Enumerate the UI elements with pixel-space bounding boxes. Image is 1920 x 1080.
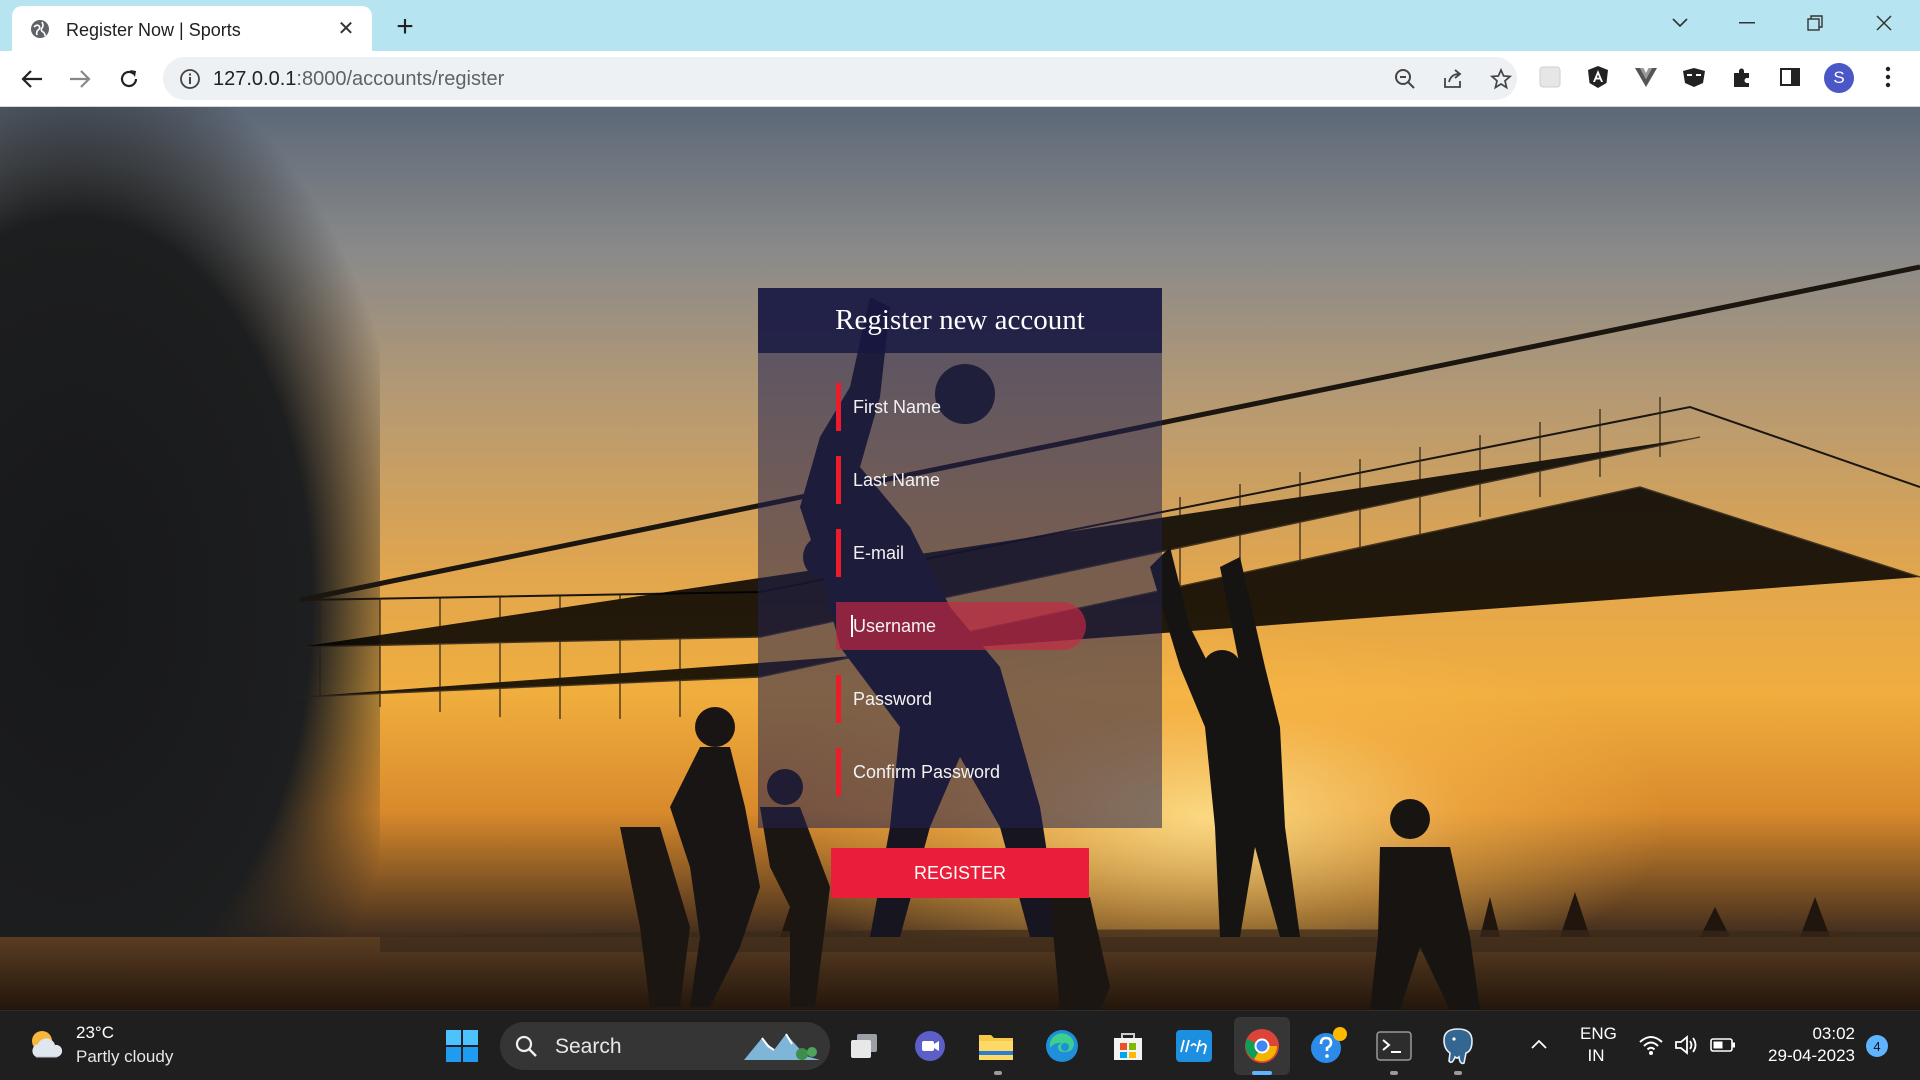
tab-title: Register Now | Sports bbox=[66, 20, 241, 40]
volume-icon[interactable] bbox=[1674, 1032, 1700, 1058]
notification-count-badge[interactable]: 4 bbox=[1866, 1035, 1888, 1057]
zoom-icon[interactable] bbox=[1393, 67, 1417, 91]
taskbar-search-box[interactable]: Search bbox=[500, 1022, 830, 1070]
password-placeholder: Password bbox=[853, 689, 933, 709]
minimize-window-icon[interactable] bbox=[1727, 8, 1767, 38]
browser-menu-icon[interactable] bbox=[1874, 63, 1902, 91]
myhp-icon[interactable] bbox=[1172, 1024, 1216, 1068]
register-button[interactable]: REGISTER bbox=[831, 848, 1089, 898]
url-text[interactable]: 127.0.0.1:8000/accounts/register bbox=[213, 68, 504, 91]
input-language-indicator[interactable]: ENG IN bbox=[1580, 1023, 1617, 1067]
search-label: Search bbox=[555, 1035, 622, 1058]
reload-icon[interactable] bbox=[113, 63, 145, 95]
email-placeholder: E-mail bbox=[853, 543, 905, 563]
field-accent-bar bbox=[836, 675, 841, 723]
new-tab-button[interactable]: + bbox=[390, 12, 420, 42]
first-name-field[interactable]: First Name bbox=[836, 383, 1086, 431]
postgresql-icon[interactable] bbox=[1436, 1024, 1480, 1068]
running-indicator bbox=[1454, 1071, 1462, 1075]
show-hidden-icons-chevron-icon[interactable] bbox=[1526, 1031, 1552, 1057]
windows-taskbar: 23°C Partly cloudy Search ENG IN 03:02 2… bbox=[0, 1010, 1920, 1080]
field-accent-bar bbox=[836, 748, 841, 796]
clock-time: 03:02 bbox=[1812, 1024, 1855, 1043]
file-explorer-icon[interactable] bbox=[974, 1024, 1018, 1068]
url-host: 127.0.0.1 bbox=[213, 68, 297, 90]
running-indicator bbox=[994, 1071, 1002, 1075]
first-name-placeholder: First Name bbox=[853, 397, 942, 417]
globe-icon bbox=[31, 20, 49, 38]
last-name-placeholder: Last Name bbox=[853, 470, 941, 490]
weather-temperature: 23°C bbox=[76, 1023, 114, 1042]
address-bar[interactable]: 127.0.0.1:8000/accounts/register bbox=[163, 57, 1517, 100]
email-field[interactable]: E-mail bbox=[836, 529, 1086, 577]
weather-description: Partly cloudy bbox=[76, 1047, 174, 1066]
vue-devtools-icon[interactable] bbox=[1632, 63, 1660, 91]
field-accent-bar bbox=[836, 529, 841, 577]
search-icon bbox=[515, 1035, 537, 1057]
profile-avatar[interactable]: S bbox=[1824, 63, 1854, 93]
running-indicator-active bbox=[1252, 1071, 1272, 1075]
back-arrow-icon[interactable] bbox=[16, 63, 48, 95]
password-field[interactable]: Password bbox=[836, 675, 1086, 723]
task-view-icon[interactable] bbox=[842, 1024, 886, 1068]
register-form: Register new account First Name Last Nam… bbox=[758, 288, 1162, 828]
partly-cloudy-icon bbox=[32, 1031, 63, 1058]
teams-meet-icon[interactable] bbox=[908, 1024, 952, 1068]
browser-toolbar: 127.0.0.1:8000/accounts/register S bbox=[0, 51, 1920, 107]
url-path: :8000/accounts/register bbox=[296, 68, 505, 90]
battery-icon[interactable] bbox=[1710, 1032, 1736, 1058]
field-accent-bar bbox=[836, 456, 841, 504]
language-code: ENG bbox=[1580, 1024, 1617, 1043]
browser-tab-strip: Register Now | Sports ✕ + bbox=[0, 0, 1920, 51]
form-title: Register new account bbox=[835, 304, 1085, 336]
confirm-password-field[interactable]: Confirm Password bbox=[836, 748, 1086, 796]
side-panel-icon[interactable] bbox=[1776, 63, 1804, 91]
tab-search-chevron-icon[interactable] bbox=[1660, 8, 1700, 38]
system-clock[interactable]: 03:02 29-04-2023 bbox=[1755, 1023, 1855, 1067]
windows-start-icon[interactable] bbox=[440, 1024, 484, 1068]
username-placeholder: Username bbox=[853, 616, 937, 636]
last-name-field[interactable]: Last Name bbox=[836, 456, 1086, 504]
restore-window-icon[interactable] bbox=[1795, 8, 1835, 38]
chrome-icon[interactable] bbox=[1240, 1024, 1284, 1068]
username-field[interactable]: Username bbox=[836, 602, 1086, 650]
share-icon[interactable] bbox=[1441, 67, 1465, 91]
edge-browser-icon[interactable] bbox=[1040, 1024, 1084, 1068]
form-body: First Name Last Name E-mail Username Pas… bbox=[758, 353, 1162, 828]
search-highlight-art-icon bbox=[744, 1033, 820, 1060]
extensions-puzzle-icon[interactable] bbox=[1728, 63, 1756, 91]
microsoft-store-icon[interactable] bbox=[1106, 1024, 1150, 1068]
bookmark-star-icon[interactable] bbox=[1489, 67, 1513, 91]
angular-extension-icon[interactable] bbox=[1584, 63, 1612, 91]
browser-tab[interactable]: Register Now | Sports ✕ bbox=[12, 6, 372, 51]
forward-arrow-icon[interactable] bbox=[64, 63, 96, 95]
clock-date: 29-04-2023 bbox=[1768, 1046, 1855, 1065]
running-indicator bbox=[1390, 1071, 1398, 1075]
field-accent-bar bbox=[836, 383, 841, 431]
get-help-icon[interactable] bbox=[1306, 1024, 1350, 1068]
region-code: IN bbox=[1587, 1046, 1605, 1065]
extension-mask-icon[interactable] bbox=[1680, 63, 1708, 91]
page-viewport: Register new account First Name Last Nam… bbox=[0, 107, 1920, 1010]
close-tab-icon[interactable]: ✕ bbox=[334, 16, 358, 40]
form-header: Register new account bbox=[758, 288, 1162, 353]
extension-blank-icon[interactable] bbox=[1536, 63, 1564, 91]
wifi-icon[interactable] bbox=[1638, 1032, 1664, 1058]
confirm-password-placeholder: Confirm Password bbox=[853, 762, 1001, 782]
terminal-icon[interactable] bbox=[1372, 1024, 1416, 1068]
close-window-icon[interactable] bbox=[1864, 8, 1904, 38]
site-info-icon[interactable] bbox=[179, 68, 201, 90]
